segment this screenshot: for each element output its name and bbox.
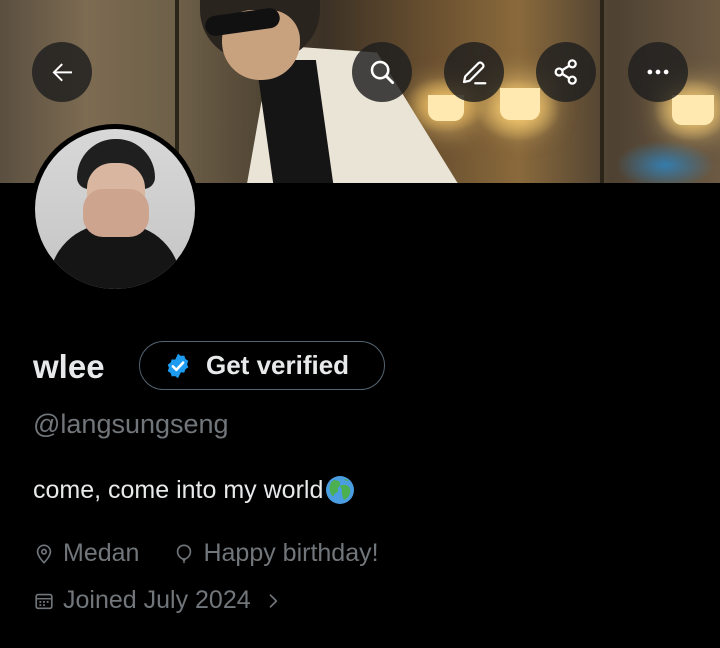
joined-text: Joined July 2024 — [63, 586, 251, 614]
globe-icon — [323, 474, 356, 506]
chevron-right-icon — [263, 591, 283, 611]
display-name: wlee — [33, 348, 105, 385]
banner-detail — [428, 95, 464, 121]
birthday: Happy birthday! — [173, 539, 379, 568]
banner-detail — [500, 88, 540, 120]
bio-text: come, come into my world — [33, 475, 324, 504]
verified-badge-icon — [164, 352, 192, 380]
pencil-icon — [462, 61, 487, 85]
get-verified-button[interactable]: Get verified — [139, 341, 385, 390]
location: Medan — [33, 539, 139, 568]
balloon-icon — [177, 543, 192, 563]
arrow-left-icon — [52, 63, 72, 82]
location-pin-icon — [36, 543, 52, 564]
more-horizontal-icon — [647, 69, 669, 75]
back-button[interactable] — [32, 42, 92, 102]
avatar-detail — [83, 189, 149, 237]
avatar[interactable] — [30, 124, 200, 294]
search-button[interactable] — [352, 42, 412, 102]
banner-detail — [672, 95, 714, 125]
location-text: Medan — [63, 539, 140, 567]
joined-row[interactable]: Joined July 2024 — [33, 586, 283, 615]
get-verified-label: Get verified — [206, 350, 350, 380]
more-options-button[interactable] — [628, 42, 688, 102]
calendar-icon — [35, 593, 53, 609]
banner-detail — [600, 0, 604, 183]
share-button[interactable] — [536, 42, 596, 102]
bio: come, come into my world — [33, 474, 356, 506]
birthday-text: Happy birthday! — [203, 539, 379, 567]
profile-meta-row: Medan Happy birthday! — [33, 539, 379, 568]
username-handle: @langsungseng — [33, 409, 229, 439]
joined-date[interactable]: Joined July 2024 — [33, 586, 283, 615]
edit-profile-button[interactable] — [444, 42, 504, 102]
share-icon — [554, 59, 577, 85]
search-icon — [370, 60, 394, 84]
avatar-image — [35, 129, 195, 289]
